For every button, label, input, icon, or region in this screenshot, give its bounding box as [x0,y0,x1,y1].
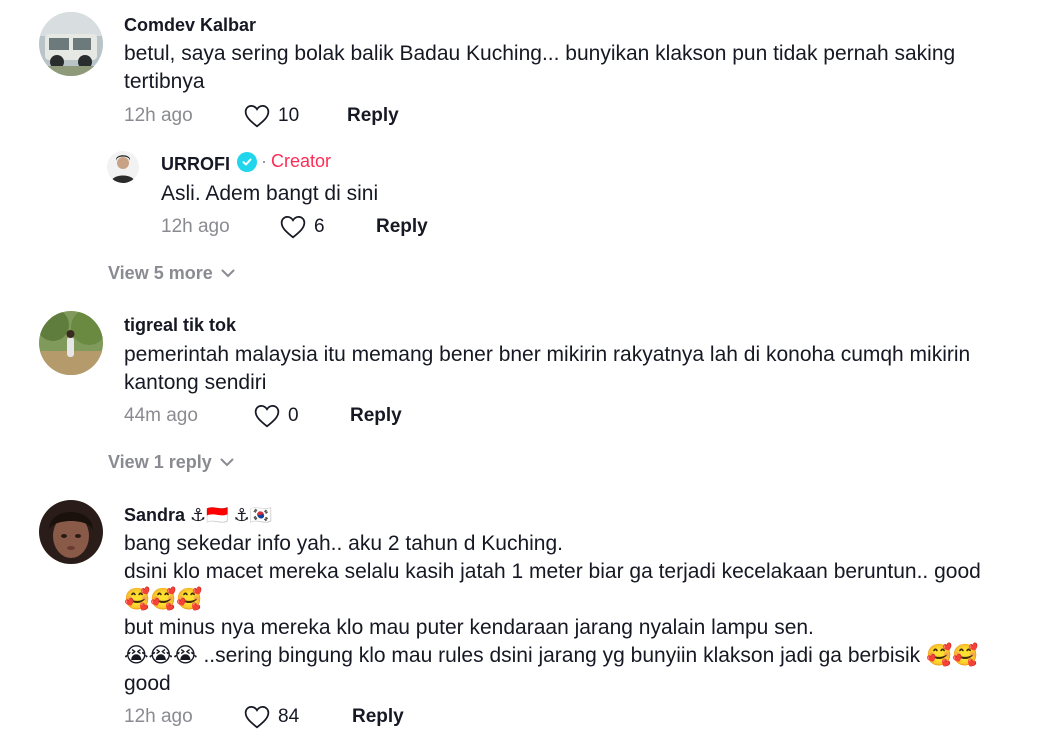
heart-outline-icon [244,105,270,128]
comment-username[interactable]: URROFI [161,154,230,175]
comment-time: 12h ago [124,105,193,126]
like-button[interactable]: 10 [244,104,299,128]
comment-time: 12h ago [161,216,230,237]
comment-username[interactable]: Comdev Kalbar [124,15,256,36]
comment-text: Asli. Adem bangt di sini [161,182,379,205]
like-button[interactable]: 84 [244,705,299,729]
avatar[interactable] [39,12,103,76]
reply-button[interactable]: Reply [347,105,399,127]
creator-badge: · Creator [237,151,331,172]
comment-text: bang sekedar info yah.. aku 2 tahun d Ku… [124,532,981,695]
view-more-replies[interactable]: View 5 more [108,263,235,284]
heart-outline-icon [280,216,306,239]
comment-username[interactable]: Sandra ⚓🇮🇩 ⚓🇰🇷 [124,505,272,526]
like-count: 84 [278,706,300,727]
reply-button[interactable]: Reply [352,706,404,728]
view-more-label: View 5 more [108,263,213,283]
reply-button[interactable]: Reply [376,216,428,238]
like-button[interactable]: 6 [280,215,325,239]
chevron-down-icon [220,458,234,467]
comment-time: 44m ago [124,405,198,426]
like-count: 10 [278,105,300,126]
avatar[interactable] [39,311,103,375]
heart-outline-icon [244,706,270,729]
creator-label: Creator [271,151,332,171]
comment-text: pemerintah malaysia itu memang bener bne… [124,343,971,394]
avatar[interactable] [107,151,139,183]
like-count: 0 [288,405,299,426]
like-button[interactable]: 0 [254,404,299,428]
chevron-down-icon [221,269,235,278]
comment-text: betul, saya sering bolak balik Badau Kuc… [124,42,956,93]
view-replies[interactable]: View 1 reply [108,452,234,473]
verified-check-icon [237,151,257,172]
comment-time: 12h ago [124,706,193,727]
avatar[interactable] [39,500,103,564]
reply-button[interactable]: Reply [350,405,402,427]
like-count: 6 [314,216,325,237]
separator-dot: · [261,151,267,171]
view-replies-label: View 1 reply [108,452,212,472]
heart-outline-icon [254,405,280,428]
comment-username[interactable]: tigreal tik tok [124,315,236,336]
